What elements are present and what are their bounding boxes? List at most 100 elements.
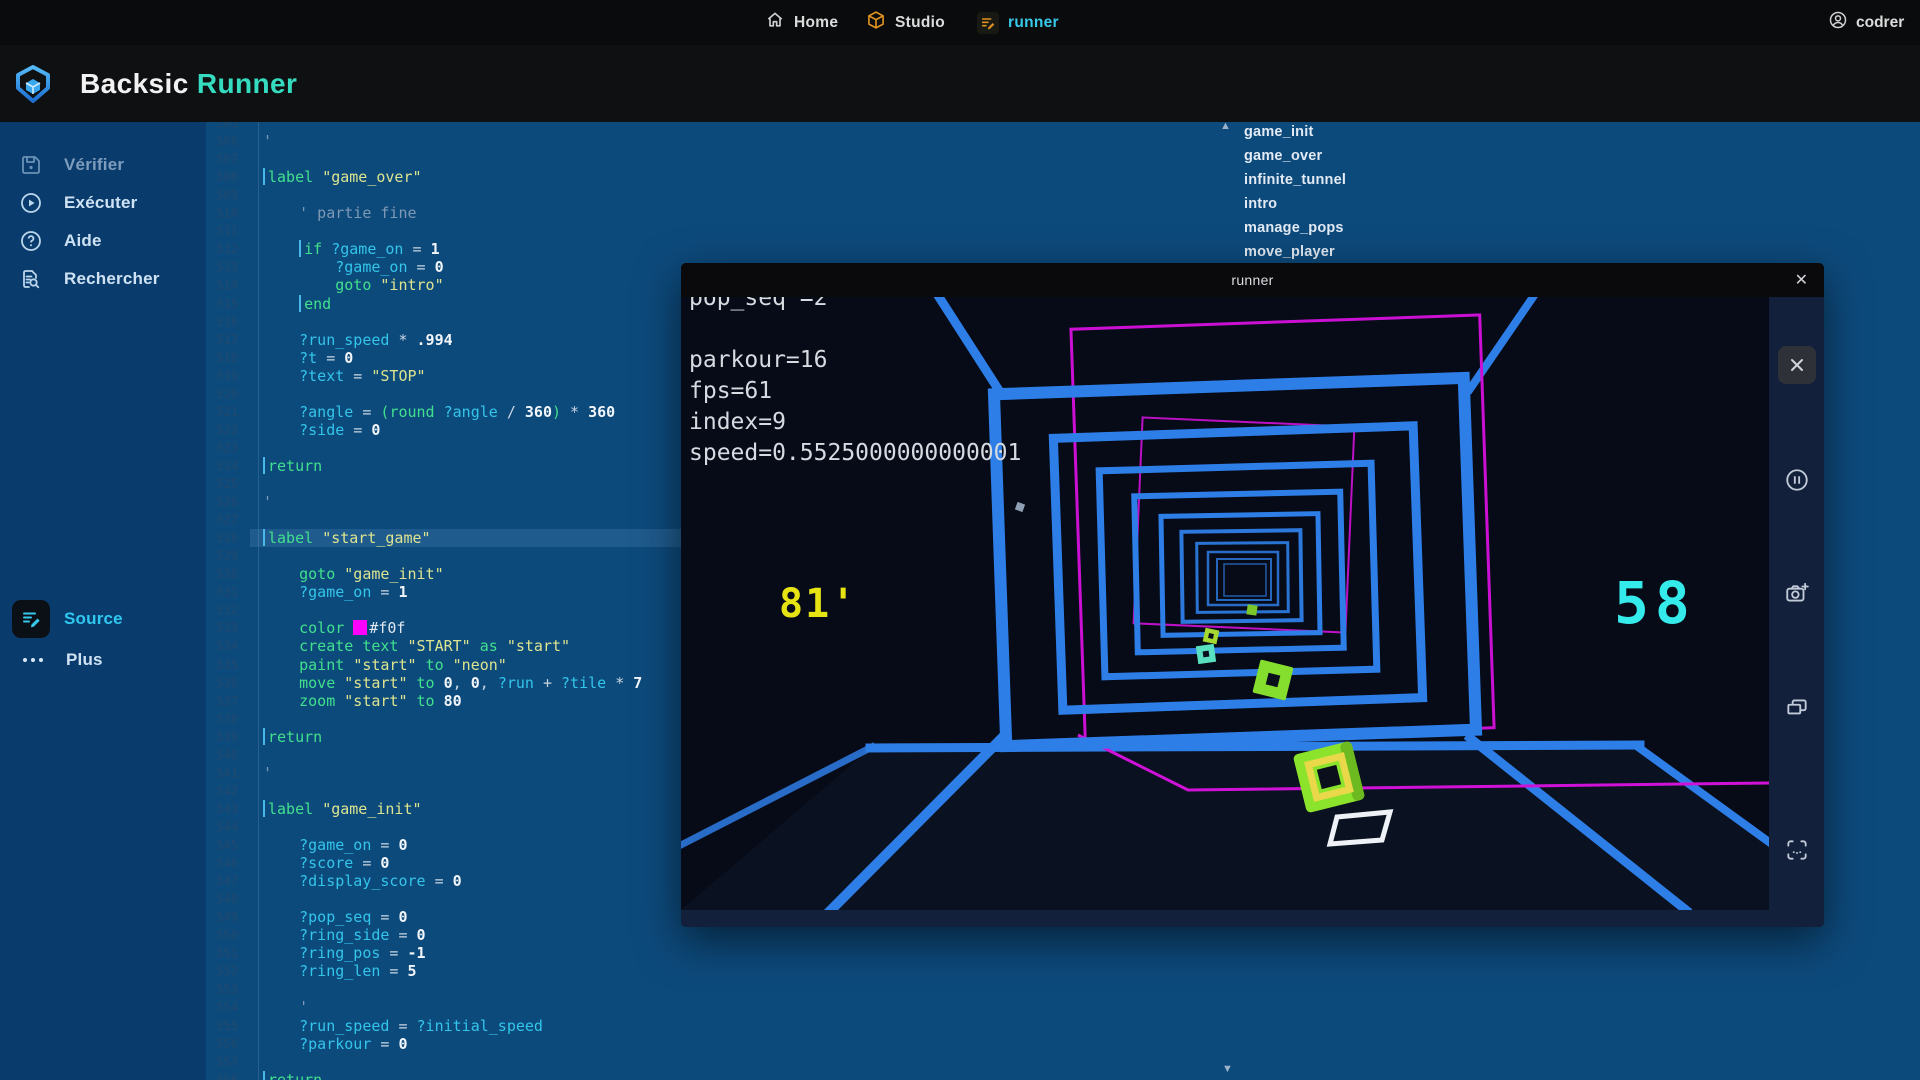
code-text: ?angle = (round ?angle / 360) * 360 [263,403,615,421]
app-logo-icon[interactable] [14,65,52,103]
code-text: ?game_on = 0 [263,836,408,854]
app-header: Backsic Runner [0,45,1920,122]
color-swatch [353,620,367,635]
nav-item-home[interactable]: Home [765,0,838,45]
sidebar-item-rechercher[interactable]: Rechercher [0,263,206,295]
code-text: move "start" to 0, 0, ?run + ?tile * 7 [263,674,642,692]
nav-item-studio[interactable]: Studio [866,0,945,45]
line-number: 521 [202,403,238,422]
label-item-game-over[interactable]: game_over [1244,148,1322,164]
line-number: 547 [202,872,238,891]
code-text: ?ring_len = 5 [263,962,417,980]
code-text: ' [263,132,272,150]
line-number: 539 [202,728,238,747]
line-number: 525 [202,475,238,494]
line-number: 535 [202,656,238,675]
code-text: label "game_over" [263,168,422,186]
line-number: 530 [202,565,238,584]
line-number: 529 [202,547,238,566]
code-text: ?game_on = 0 [263,258,444,276]
line-number: 541 [202,764,238,783]
sidebar-item-executer[interactable]: Exécuter [0,187,206,219]
user-menu[interactable]: codrer [1828,0,1904,45]
code-text: ?side = 0 [263,421,380,439]
line-number: 513 [202,258,238,277]
modal-titlebar[interactable]: runner ✕ [681,263,1824,297]
code-text: ?score = 0 [263,854,389,872]
scroll-down-arrow[interactable]: ▼ [1222,1063,1233,1075]
label-item-intro[interactable]: intro [1244,196,1277,212]
sidebar-item-label: Plus [66,650,103,670]
label-item-infinite-tunnel[interactable]: infinite_tunnel [1244,172,1346,188]
code-text: end [263,295,331,313]
script-pencil-icon [12,600,50,638]
code-text: label "start_game" [263,529,431,547]
close-icon[interactable]: ✕ [1789,263,1814,297]
top-navigation: Home Studio runner codrer [0,0,1920,45]
line-number: 532 [202,601,238,620]
line-number: 537 [202,692,238,711]
sidebar-item-source[interactable]: Source [0,599,206,639]
pause-icon[interactable] [1778,461,1816,499]
line-number: 556 [202,1035,238,1054]
play-circle-icon [18,190,44,216]
code-text: return [263,728,322,746]
line-number: 557 [202,1053,238,1072]
sidebar-item-label: Vérifier [64,155,124,175]
line-number: 550 [202,926,238,945]
debug-line: speed=0.5525000000000001 [689,440,1021,466]
code-text: ?parkour = 0 [263,1035,408,1053]
line-number: 512 [202,240,238,259]
sidebar-item-aide[interactable]: Aide [0,225,206,257]
code-text: zoom "start" to 80 [263,692,462,710]
overlapping-windows-icon[interactable] [1778,689,1816,727]
nav-item-runner[interactable]: runner [977,0,1059,45]
line-number: 518 [202,349,238,368]
title-primary: Backsic [80,68,189,99]
code-text: ?t = 0 [263,349,353,367]
line-number: 528 [202,529,238,548]
script-pencil-icon [977,12,999,34]
label-item-manage-pops[interactable]: manage_pops [1244,220,1344,236]
question-circle-icon [18,228,44,254]
code-text: return [263,1071,322,1080]
line-number: 523 [202,439,238,458]
score-right: 58 [1614,569,1696,637]
modal-title: runner [681,263,1824,297]
code-text: ?run_speed * .994 [263,331,453,349]
line-number: 508 [202,168,238,187]
line-number: 540 [202,746,238,765]
line-number: 526 [202,493,238,512]
line-number: 534 [202,637,238,656]
sidebar-item-verifier[interactable]: Vérifier [0,149,206,181]
line-number: 517 [202,331,238,350]
line-number: 536 [202,674,238,693]
code-text: create text "START" as "start" [263,637,570,655]
label-item-game-init[interactable]: game_init [1244,124,1314,140]
label-item-move-player[interactable]: move_player [1244,244,1335,260]
line-number: 549 [202,908,238,927]
ellipsis-icon [20,658,46,662]
stop-game-button[interactable] [1778,346,1816,384]
line-number: 551 [202,944,238,963]
line-number: 515 [202,295,238,314]
code-text: ?ring_pos = -1 [263,944,426,962]
line-number: 511 [202,222,238,241]
line-number: 520 [202,385,238,404]
line-number: 509 [202,186,238,205]
line-number: 527 [202,511,238,530]
line-number: 544 [202,818,238,837]
code-text: paint "start" to "neon" [263,656,507,674]
line-number: 522 [202,421,238,440]
code-text: ?ring_side = 0 [263,926,426,944]
line-number: 516 [202,313,238,332]
line-number: 548 [202,890,238,909]
debug-line: index=9 [689,409,786,435]
game-viewport[interactable]: pop_seq =2 parkour=16 fps=61 index=9 spe… [681,297,1769,910]
camera-plus-icon[interactable] [1778,574,1816,612]
frame-region-icon[interactable] [1778,831,1816,869]
app-window: 505506'507508label "game_over"509510 ' p… [0,0,1920,1080]
debug-line: pop_seq =2 [689,297,827,311]
sidebar-item-plus[interactable]: Plus [0,644,206,676]
debug-line: fps=61 [689,378,772,404]
